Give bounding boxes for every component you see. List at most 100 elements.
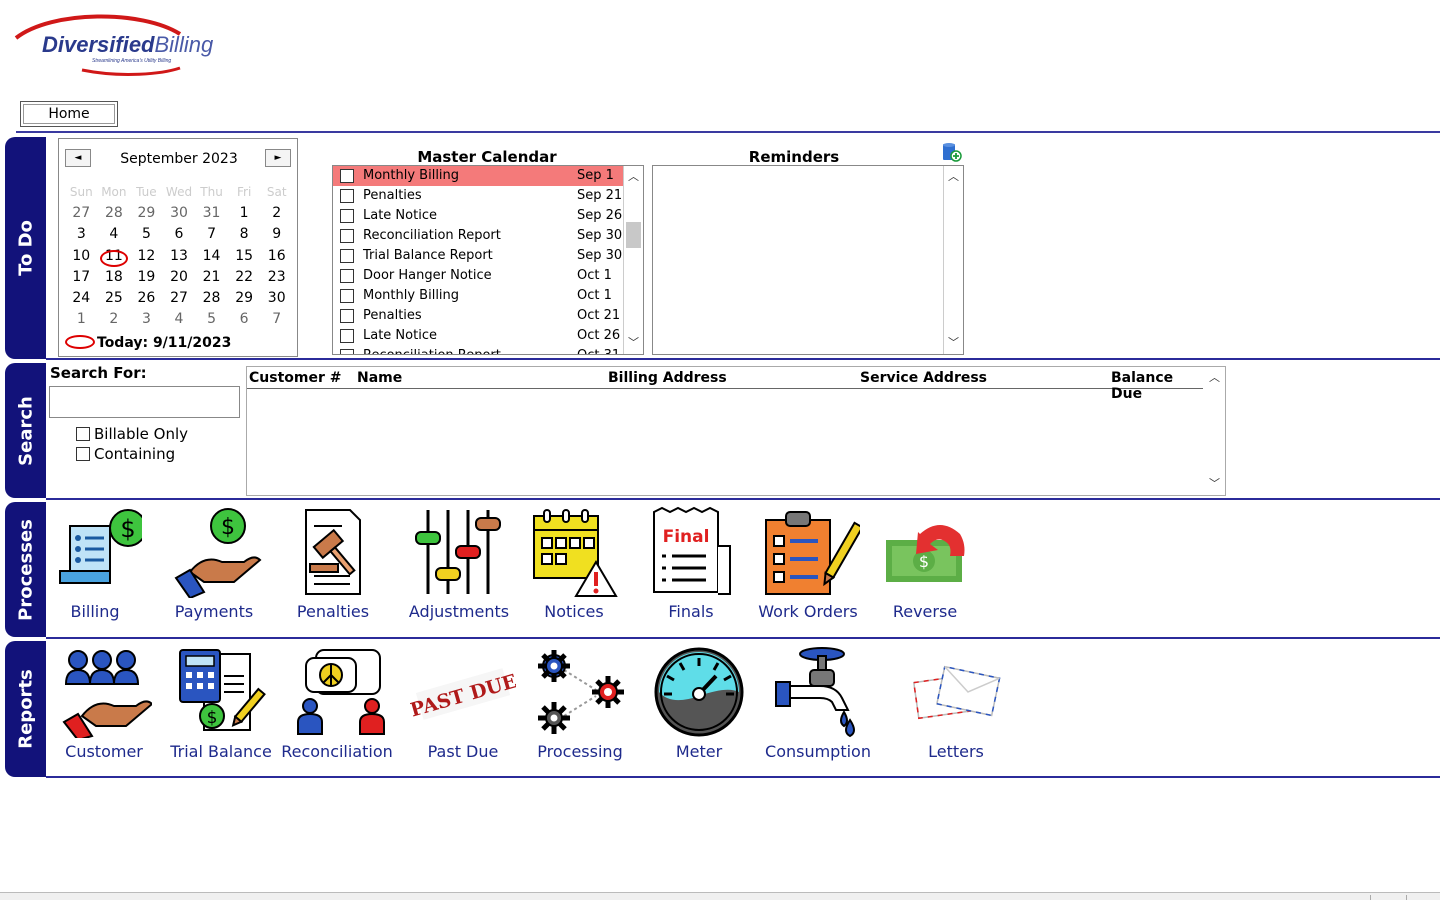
calendar-day[interactable]: 30 (163, 205, 196, 226)
calendar-day[interactable]: 6 (163, 226, 196, 247)
calendar-day[interactable]: 24 (65, 290, 98, 311)
calendar-day[interactable]: 1 (228, 205, 261, 226)
item-checkbox[interactable] (340, 269, 354, 283)
master-calendar-list[interactable]: Monthly Billing Sep 1 Penalties Sep 21 Late … (332, 165, 644, 355)
consumption-tile[interactable]: Consumption (764, 646, 872, 761)
calendar-day[interactable]: 23 (260, 269, 293, 290)
calendar-day[interactable]: 5 (130, 226, 163, 247)
master-calendar-item[interactable]: Reconciliation Report Sep 30 (333, 226, 643, 246)
month-calendar[interactable]: ◄ September 2023 ► Sun Mon Tue Wed Thu Fri Sat… (58, 138, 298, 357)
payments-tile[interactable]: $ Payments (166, 506, 262, 621)
results-scrollbar[interactable]: ︿ ﹀ (1205, 367, 1225, 495)
calendar-day[interactable]: 26 (130, 290, 163, 311)
item-checkbox[interactable] (340, 349, 354, 354)
col-name[interactable]: Name (357, 370, 402, 386)
calendar-day-today[interactable]: 11 (98, 248, 131, 269)
finals-tile[interactable]: Final Finals (648, 506, 734, 621)
scroll-up-icon[interactable]: ︿ (1205, 369, 1224, 387)
calendar-day[interactable]: 19 (130, 269, 163, 290)
calendar-day[interactable]: 28 (195, 290, 228, 311)
calendar-day[interactable]: 9 (260, 226, 293, 247)
col-customer-number[interactable]: Customer # (249, 370, 341, 386)
scroll-up-icon[interactable]: ︿ (944, 168, 963, 186)
meter-tile[interactable]: Meter (652, 646, 746, 761)
search-input[interactable] (49, 386, 240, 418)
calendar-day[interactable]: 15 (228, 248, 261, 269)
calendar-day[interactable]: 22 (228, 269, 261, 290)
calendar-day[interactable]: 10 (65, 248, 98, 269)
master-calendar-item[interactable]: Door Hanger Notice Oct 1 (333, 266, 643, 286)
work-orders-tile[interactable]: Work Orders (756, 506, 860, 621)
calendar-day[interactable]: 21 (195, 269, 228, 290)
reminders-list[interactable]: ︿ ﹀ (652, 165, 964, 355)
calendar-day-grid[interactable]: 27 28 29 30 31 1 2 3 4 5 6 7 8 9 10 11 12 13 14 15 16 17 18 19 2… (65, 205, 293, 333)
customer-report-tile[interactable]: Customer (56, 646, 152, 761)
containing-checkbox[interactable]: Containing (76, 445, 175, 463)
scroll-up-icon[interactable]: ︿ (624, 168, 643, 186)
item-checkbox[interactable] (340, 329, 354, 343)
calendar-day[interactable]: 12 (130, 248, 163, 269)
calendar-day[interactable]: 1 (65, 311, 98, 332)
master-calendar-item[interactable]: Late Notice Oct 26 (333, 326, 643, 346)
calendar-day[interactable]: 14 (195, 248, 228, 269)
col-billing-address[interactable]: Billing Address (608, 370, 727, 386)
master-calendar-item[interactable]: Monthly Billing Sep 1 (333, 166, 643, 186)
calendar-day[interactable]: 4 (98, 226, 131, 247)
item-checkbox[interactable] (340, 309, 354, 323)
calendar-day[interactable]: 2 (98, 311, 131, 332)
master-calendar-item[interactable]: Trial Balance Report Sep 30 (333, 246, 643, 266)
calendar-day[interactable]: 29 (228, 290, 261, 311)
item-checkbox[interactable] (340, 229, 354, 243)
calendar-day[interactable]: 7 (195, 226, 228, 247)
master-calendar-item[interactable]: Late Notice Sep 26 (333, 206, 643, 226)
calendar-day[interactable]: 2 (260, 205, 293, 226)
calendar-prev-button[interactable]: ◄ (65, 149, 91, 167)
calendar-day[interactable]: 13 (163, 248, 196, 269)
calendar-day[interactable]: 8 (228, 226, 261, 247)
calendar-day[interactable]: 20 (163, 269, 196, 290)
calendar-day[interactable]: 3 (65, 226, 98, 247)
trial-balance-tile[interactable]: $ Trial Balance (168, 646, 274, 761)
billing-tile[interactable]: $ Billing (48, 506, 142, 621)
reverse-tile[interactable]: $ Reverse (880, 506, 970, 621)
calendar-day[interactable]: 28 (98, 205, 131, 226)
calendar-today-link[interactable]: Today: 9/11/2023 (65, 335, 231, 351)
master-calendar-scrollbar[interactable]: ︿ ﹀ (623, 166, 643, 354)
calendar-day[interactable]: 7 (260, 311, 293, 332)
item-checkbox[interactable] (340, 249, 354, 263)
letters-tile[interactable]: Letters (908, 646, 1004, 761)
calendar-day[interactable]: 4 (163, 311, 196, 332)
calendar-day[interactable]: 3 (130, 311, 163, 332)
calendar-day[interactable]: 31 (195, 205, 228, 226)
calendar-day[interactable]: 27 (163, 290, 196, 311)
reminders-scrollbar[interactable]: ︿ ﹀ (943, 166, 963, 354)
notices-tile[interactable]: Notices (528, 506, 620, 621)
calendar-day[interactable]: 27 (65, 205, 98, 226)
calendar-day[interactable]: 16 (260, 248, 293, 269)
calendar-day[interactable]: 6 (228, 311, 261, 332)
item-checkbox[interactable] (340, 169, 354, 183)
master-calendar-item[interactable]: Monthly Billing Oct 1 (333, 286, 643, 306)
calendar-next-button[interactable]: ► (265, 149, 291, 167)
scroll-thumb[interactable] (626, 222, 641, 248)
penalties-tile[interactable]: Penalties (290, 506, 376, 621)
search-results-table[interactable]: Customer # Name Billing Address Service … (246, 366, 1226, 496)
add-reminder-icon[interactable] (940, 141, 962, 163)
calendar-day[interactable]: 5 (195, 311, 228, 332)
home-tab[interactable]: Home (20, 101, 118, 127)
scroll-down-icon[interactable]: ﹀ (944, 334, 963, 352)
master-calendar-item[interactable]: Reconciliation Report Oct 31 (333, 346, 643, 354)
item-checkbox[interactable] (340, 209, 354, 223)
processing-tile[interactable]: Processing (530, 646, 630, 761)
col-balance-due[interactable]: Balance Due (1111, 370, 1203, 402)
calendar-day[interactable]: 18 (98, 269, 131, 290)
scroll-down-icon[interactable]: ﹀ (624, 334, 643, 352)
item-checkbox[interactable] (340, 289, 354, 303)
calendar-day[interactable]: 29 (130, 205, 163, 226)
reconciliation-tile[interactable]: Reconciliation (280, 646, 394, 761)
item-checkbox[interactable] (340, 189, 354, 203)
scroll-down-icon[interactable]: ﹀ (1205, 475, 1224, 493)
past-due-tile[interactable]: PAST DUE Past Due (410, 646, 516, 761)
calendar-day[interactable]: 17 (65, 269, 98, 290)
billable-only-checkbox[interactable]: Billable Only (76, 425, 188, 443)
